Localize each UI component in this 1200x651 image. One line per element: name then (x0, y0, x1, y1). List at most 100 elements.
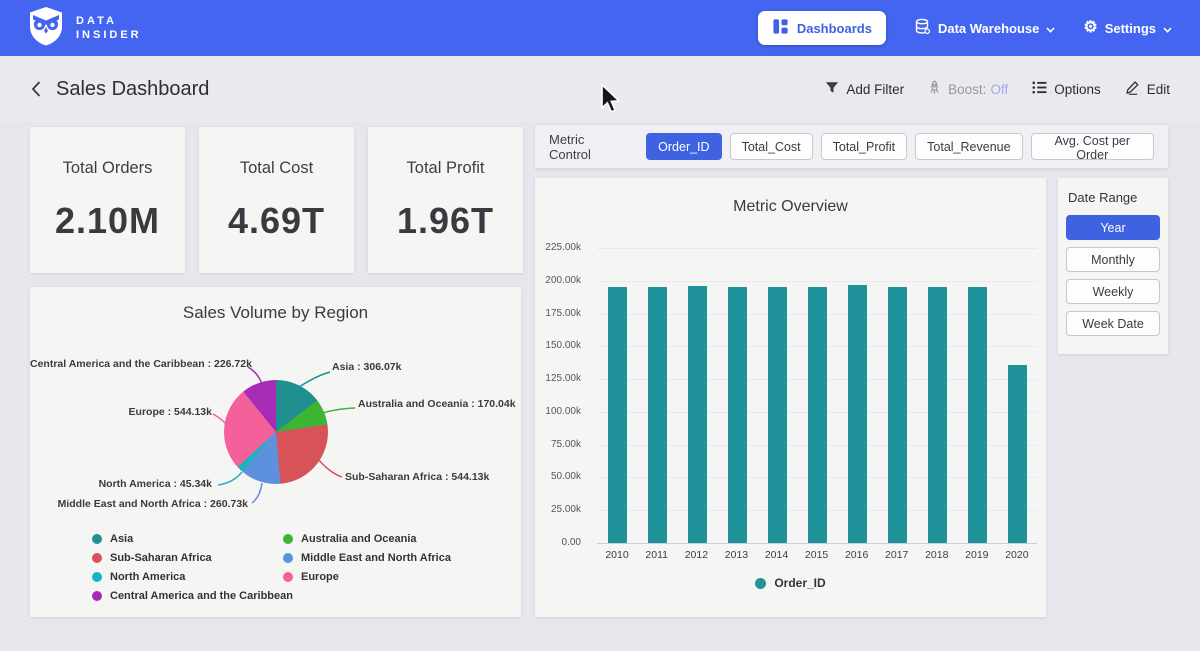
pie-legend-item-middle-east-and-north-africa[interactable]: Middle East and North Africa (283, 552, 451, 564)
bar-column-2014 (757, 248, 797, 543)
navbar-menu: Dashboards Data Warehouse ⚙ Settings (758, 11, 1172, 45)
bar-chart-card: Metric Overview 225.00k200.00k175.00k150… (535, 178, 1046, 617)
bar-column-2020 (997, 248, 1037, 543)
nav-dashboards-label: Dashboards (797, 21, 872, 36)
bar-2013[interactable] (728, 287, 747, 543)
bar-column-2013 (717, 248, 757, 543)
metric-control-label: Metric Control (549, 132, 628, 162)
legend-dot (92, 534, 102, 544)
pie-legend-item-europe[interactable]: Europe (283, 571, 451, 583)
date-range-year[interactable]: Year (1066, 215, 1160, 240)
bar-column-2019 (957, 248, 997, 543)
legend-dot (283, 553, 293, 563)
x-axis-tick: 2017 (885, 549, 908, 561)
legend-label: Central America and the Caribbean (110, 590, 293, 602)
bar-column-2016 (837, 248, 877, 543)
metric-option-total-revenue[interactable]: Total_Revenue (915, 133, 1022, 160)
y-axis-tick: 0.00 (529, 537, 581, 548)
kpi-card-total-profit: Total Profit 1.96T (368, 127, 523, 273)
x-axis-tick: 2013 (725, 549, 748, 561)
bar-legend[interactable]: Order_ID (535, 576, 1046, 590)
legend-dot (92, 553, 102, 563)
nav-dashboards-button[interactable]: Dashboards (758, 11, 886, 45)
bar-2018[interactable] (928, 287, 947, 543)
legend-label: Middle East and North Africa (301, 552, 451, 564)
bar-2011[interactable] (648, 287, 667, 543)
y-axis-tick: 75.00k (529, 439, 581, 450)
y-axis-tick: 100.00k (529, 406, 581, 417)
metric-option-total-cost[interactable]: Total_Cost (730, 133, 813, 160)
kpi-value: 4.69T (228, 200, 325, 242)
bar-chart-title: Metric Overview (535, 178, 1046, 216)
kpi-card-total-orders: Total Orders 2.10M (30, 127, 185, 273)
pie-slice-label-middle-east-and-north-africa: Middle East and North Africa : 260.73k (30, 498, 248, 510)
pie-legend-item-north-america[interactable]: North America (92, 571, 283, 583)
options-button[interactable]: Options (1032, 81, 1101, 97)
pie-chart-card: Sales Volume by Region Asia Australia an… (30, 287, 521, 617)
pie-legend-item-sub-saharan-africa[interactable]: Sub-Saharan Africa (92, 552, 283, 564)
kpi-label: Total Cost (240, 159, 313, 178)
pie-slice-label-central-america-and-the-caribbean: Central America and the Caribbean : 226.… (30, 358, 242, 370)
brand-logo[interactable]: DATAINSIDER (28, 6, 142, 51)
bar-2017[interactable] (888, 287, 907, 543)
pie-legend-item-australia-and-oceania[interactable]: Australia and Oceania (283, 533, 451, 545)
add-filter-button[interactable]: Add Filter (825, 81, 904, 97)
gridline (597, 543, 1037, 544)
pie-chart[interactable] (224, 380, 328, 484)
bar-2019[interactable] (968, 287, 987, 543)
legend-dot (283, 534, 293, 544)
x-axis-tick: 2020 (1005, 549, 1028, 561)
legend-label: Australia and Oceania (301, 533, 417, 545)
metric-option-order-id[interactable]: Order_ID (646, 133, 721, 160)
gear-icon: ⚙ (1083, 20, 1097, 36)
legend-label: North America (110, 571, 185, 583)
bar-column-2011 (637, 248, 677, 543)
bar-column-2012 (677, 248, 717, 543)
bar-column-2010 (597, 248, 637, 543)
bar-2010[interactable] (608, 287, 627, 543)
pie-legend-item-asia[interactable]: Asia (92, 533, 283, 545)
bar-legend-label: Order_ID (774, 576, 825, 590)
nav-settings[interactable]: ⚙ Settings (1083, 20, 1172, 36)
database-icon (914, 18, 931, 38)
bar-2020[interactable] (1008, 365, 1027, 543)
options-label: Options (1054, 82, 1101, 97)
back-button[interactable] (30, 80, 42, 98)
kpi-label: Total Orders (63, 159, 153, 178)
bulleted-list-icon (1032, 81, 1047, 97)
owl-logo-icon (28, 6, 64, 51)
x-axis-tick: 2015 (805, 549, 828, 561)
date-range-label: Date Range (1068, 190, 1160, 205)
legend-label: Europe (301, 571, 339, 583)
pie-leader-line (318, 459, 342, 477)
legend-label: Asia (110, 533, 133, 545)
chevron-down-icon (1046, 21, 1055, 36)
date-range-week-date[interactable]: Week Date (1066, 311, 1160, 336)
bar-2016[interactable] (848, 285, 867, 543)
bar-column-2018 (917, 248, 957, 543)
legend-label: Sub-Saharan Africa (110, 552, 212, 564)
bars (597, 248, 1037, 543)
x-axis-tick: 2018 (925, 549, 948, 561)
boost-rocket-icon (928, 80, 941, 98)
bar-2012[interactable] (688, 286, 707, 544)
metric-buttons: Order_ID Total_Cost Total_Profit Total_Reve… (638, 133, 1154, 160)
kpi-card-total-cost: Total Cost 4.69T (199, 127, 354, 273)
metric-option-total-profit[interactable]: Total_Profit (821, 133, 908, 160)
bar-2014[interactable] (768, 287, 787, 543)
y-axis-tick: 150.00k (529, 340, 581, 351)
bar-2015[interactable] (808, 287, 827, 543)
date-range-weekly[interactable]: Weekly (1066, 279, 1160, 304)
nav-data-warehouse[interactable]: Data Warehouse (914, 18, 1055, 38)
pie-legend-item-central-america-and-the-caribbean[interactable]: Central America and the Caribbean (92, 590, 283, 602)
edit-button[interactable]: Edit (1125, 80, 1170, 98)
pie-slice-label-australia-and-oceania: Australia and Oceania : 170.04k (358, 398, 516, 410)
date-range-monthly[interactable]: Monthly (1066, 247, 1160, 272)
boost-toggle[interactable]: Boost: Off (928, 80, 1008, 98)
boost-label: Boost: (948, 82, 986, 97)
y-axis-tick: 125.00k (529, 373, 581, 384)
metric-option-avg-cost-per-order[interactable]: Avg. Cost per Order (1031, 133, 1154, 160)
legend-dot (755, 578, 766, 589)
legend-dot (283, 572, 293, 582)
legend-dot (92, 591, 102, 601)
